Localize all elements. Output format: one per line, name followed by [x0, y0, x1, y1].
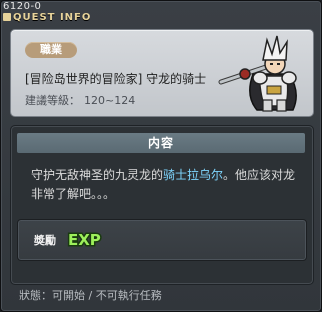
description-text-before: 守护无敌神圣的九灵龙的	[31, 168, 164, 182]
recommended-level: 建議等級： 120~124	[25, 92, 135, 108]
quest-description: 守护无敌神圣的九灵龙的骑士拉乌尔。他应该对龙非常了解吧。。。	[31, 166, 301, 204]
job-badge: 職業	[25, 42, 77, 58]
title-bullet-icon	[3, 13, 11, 21]
exp-icon-label: EXP	[68, 231, 101, 249]
quest-info-window: 6120-0 QUEST INFO 職業 [冒险岛世界的冒险家] 守龙的骑士 建…	[0, 0, 322, 312]
content-header: 内容	[17, 133, 305, 153]
quest-summary-panel: 職業 [冒险岛世界的冒险家] 守龙的骑士 建議等級： 120~124	[10, 29, 314, 117]
quest-name: [冒险岛世界的冒险家] 守龙的骑士	[25, 72, 207, 86]
exp-icon: EXP EXP	[67, 230, 103, 251]
npc-name-link[interactable]: 骑士拉乌尔	[163, 168, 223, 182]
reward-label: 奬勵	[34, 234, 56, 247]
quest-content-panel: 内容 守护无敌神圣的九灵龙的骑士拉乌尔。他应该对龙非常了解吧。。。 奬勵 EXP…	[10, 125, 314, 285]
knight-npc-icon	[218, 35, 297, 112]
recommended-level-value: 120~124	[84, 94, 136, 107]
status-label: 狀態：	[19, 289, 52, 302]
status-value: 可開始 / 不可執行任務	[52, 289, 162, 302]
quest-id: 6120-0	[3, 1, 42, 12]
window-title: QUEST INFO	[13, 12, 92, 23]
recommended-level-label: 建議等級：	[25, 94, 80, 107]
quest-status: 狀態：可開始 / 不可執行任務	[19, 287, 162, 303]
reward-box: 奬勵 EXP EXP	[17, 219, 307, 261]
